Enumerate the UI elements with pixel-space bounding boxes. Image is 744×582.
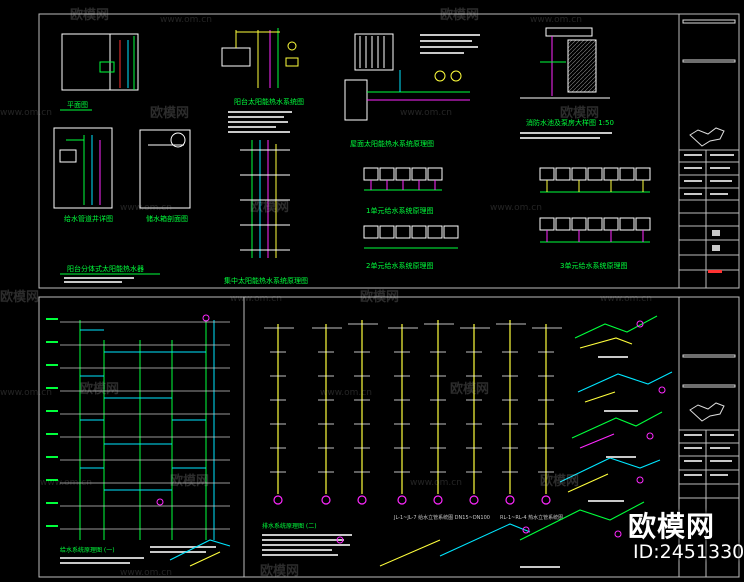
- watermark-url-3: www.om.cn: [0, 108, 52, 118]
- watermark-url-7: www.om.cn: [230, 294, 282, 304]
- watermark-url-13: www.om.cn: [120, 568, 172, 578]
- roof-collector-title: 屋面太阳能热水系统原理图: [350, 139, 434, 148]
- watermark-url-1: www.om.cn: [160, 15, 212, 25]
- riser-notes-title: 给水系统原理图 (一): [60, 546, 115, 554]
- axon-note-1: JL-1~JL-7 给水立管系统图 DN15~DN100: [393, 514, 490, 521]
- corner-brand-logo: 欧模网: [628, 510, 716, 543]
- watermark-url-8: www.om.cn: [600, 294, 652, 304]
- watermark-brand-12: 欧模网: [260, 564, 300, 579]
- watermark-url-5: www.om.cn: [120, 203, 172, 213]
- watermark-brand-1: 欧模网: [70, 8, 110, 23]
- watermark-url-2: www.om.cn: [530, 15, 582, 25]
- watermark-brand-2: 欧模网: [440, 8, 480, 23]
- watermark-brand-3: 欧模网: [150, 106, 190, 121]
- watermark-url-6: www.om.cn: [490, 203, 542, 213]
- tank-detail-title: 储水箱剖面图: [146, 214, 188, 223]
- watermark-brand-10: 欧模网: [170, 474, 210, 489]
- watermark-url-12: www.om.cn: [410, 478, 462, 488]
- solar-roof-unit-title: 阳台分体式太阳能热水器: [67, 264, 144, 273]
- drain-notes-title: 排水系统原理图 (二): [262, 522, 317, 530]
- watermark-brand-4: 欧模网: [560, 106, 600, 121]
- pipe-detail-title: 给水管道井详图: [64, 214, 113, 223]
- central-system-title: 集中太阳能热水系统原理图: [224, 276, 308, 285]
- watermark-url-9: www.om.cn: [0, 388, 52, 398]
- watermark-brand-9: 欧模网: [450, 382, 490, 397]
- axon-note-2: RL-1~RL-4 热水立管系统图: [500, 514, 563, 521]
- watermark-brand-6: 欧模网: [0, 290, 40, 305]
- solar-balcony-title: 阳台太阳能热水系统图: [234, 97, 304, 106]
- plan-view-title: 平面图: [67, 101, 88, 109]
- watermark-url-4: www.om.cn: [400, 108, 452, 118]
- watermark-brand-5: 欧模网: [250, 200, 290, 215]
- watermark-brand-8: 欧模网: [80, 382, 120, 397]
- unit-b-title: 2单元给水系统原理图: [366, 261, 433, 270]
- watermark-url-11: www.om.cn: [40, 478, 92, 488]
- unit-a-title: 1单元给水系统原理图: [366, 206, 433, 215]
- watermark-brand-11: 欧模网: [540, 474, 580, 489]
- corner-id-label: ID:2451330: [633, 541, 744, 563]
- watermark-url-10: www.om.cn: [320, 388, 372, 398]
- unit-c-title: 3单元给水系统原理图: [560, 261, 627, 270]
- title-block-red-tag: [708, 270, 722, 273]
- watermark-brand-7: 欧模网: [360, 290, 400, 305]
